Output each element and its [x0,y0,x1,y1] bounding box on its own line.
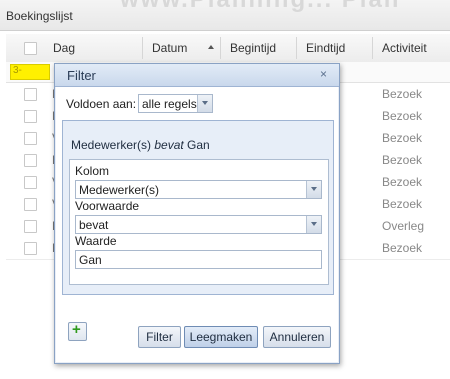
row-checkbox[interactable] [24,176,37,189]
voorwaarde-label: Voorwaarde [75,199,140,213]
voorwaarde-value: bevat [79,218,109,232]
cell-activiteit: Bezoek [382,131,423,145]
dialog-body: Voldoen aan: alle regels Medewerker(s) b… [56,87,338,362]
rule-summary-value: Gan [183,138,210,152]
cell-activiteit: Bezoek [382,197,423,211]
kolom-label: Kolom [75,164,110,178]
background-watermark: www.Planning... Plan [120,0,400,14]
app-header: www.Planning... Plan Boekingslijst [0,0,450,31]
grid-header: Dag Datum Begintijd Eindtijd Activiteit [6,34,450,63]
clear-button[interactable]: Leegmaken [184,326,258,348]
waarde-label: Waarde [75,234,117,248]
filter-dialog: Filter × Voldoen aan: alle regels Medewe… [54,63,340,364]
row-checkbox[interactable] [24,88,37,101]
dropdown-button[interactable] [306,216,321,233]
waarde-value: Gan [79,253,102,267]
rule-summary-column: Medewerker(s) [71,138,155,152]
match-mode-select[interactable]: alle regels [138,94,213,113]
filter-button[interactable]: Filter [138,326,181,348]
rule-summary-operator: bevat [154,138,184,152]
cell-activiteit: Bezoek [382,241,423,255]
sort-ascending-icon [208,45,214,49]
column-divider [296,37,297,59]
column-divider [372,37,373,59]
filter-rule-summary[interactable]: Medewerker(s) bevat Gan [71,138,210,152]
cell-activiteit: Overleg [382,219,425,233]
column-divider [220,37,221,59]
select-all-checkbox[interactable] [24,42,37,55]
chevron-down-icon [311,222,317,226]
row-checkbox[interactable] [24,242,37,255]
match-mode-label: Voldoen aan: [66,97,137,111]
row-checkbox[interactable] [24,198,37,211]
waarde-input[interactable]: Gan [75,250,322,269]
column-divider [142,37,143,59]
cell-activiteit: Bezoek [382,175,423,189]
column-header-eindtijd[interactable]: Eindtijd [306,41,345,55]
column-header-begintijd[interactable]: Begintijd [230,41,276,55]
filter-rule-panel: Medewerker(s) bevat Gan Kolom Medewerker… [62,120,334,295]
voorwaarde-select[interactable]: bevat [75,215,322,234]
kolom-value: Medewerker(s) [79,183,160,197]
filter-indicator-label: 3- [13,65,22,76]
column-header-datum[interactable]: Datum [152,41,187,55]
cell-activiteit: Bezoek [382,87,423,101]
chevron-down-icon [311,187,317,191]
add-rule-button[interactable]: + [68,321,87,341]
kolom-select[interactable]: Medewerker(s) [75,180,322,199]
page-title: Boekingslijst [6,9,73,23]
row-checkbox[interactable] [24,154,37,167]
cancel-button[interactable]: Annuleren [263,326,331,348]
cell-activiteit: Bezoek [382,153,423,167]
plus-icon: + [72,321,81,338]
column-header-dag[interactable]: Dag [53,41,75,55]
chevron-down-icon [202,101,208,105]
active-filter-indicator[interactable]: 3- [10,64,50,80]
cell-activiteit: Bezoek [382,109,423,123]
filter-condition-box: Kolom Medewerker(s) Voorwaarde bevat Waa… [69,159,329,285]
match-mode-value: alle regels [142,97,197,111]
dialog-title: Filter [67,68,96,83]
dialog-titlebar[interactable]: Filter × [55,64,339,87]
row-checkbox[interactable] [24,220,37,233]
row-checkbox[interactable] [24,110,37,123]
close-icon[interactable]: × [320,67,327,81]
dropdown-button[interactable] [197,95,212,112]
row-checkbox[interactable] [24,132,37,145]
column-header-activiteit[interactable]: Activiteit [382,41,427,55]
dropdown-button[interactable] [306,181,321,198]
